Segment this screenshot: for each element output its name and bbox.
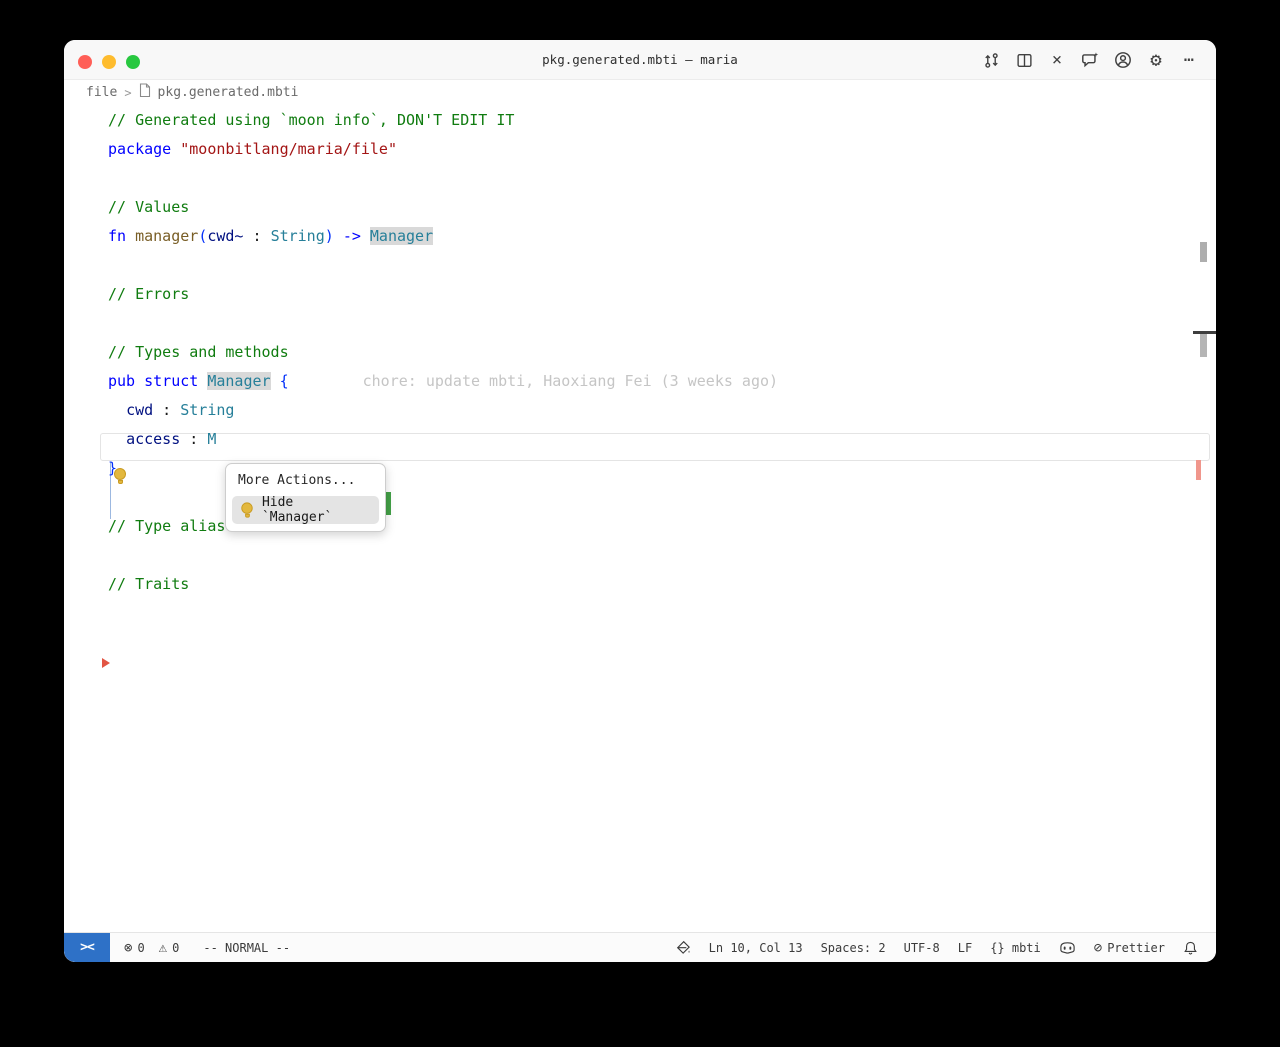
code-line[interactable] — [108, 483, 778, 512]
code-line[interactable] — [108, 541, 778, 570]
lightbulb-icon — [240, 501, 253, 518]
code-line[interactable]: // Type aliases — [108, 512, 778, 541]
menu-item-label: Hide `Manager` — [261, 495, 333, 525]
file-icon — [139, 83, 151, 102]
indentation[interactable]: Spaces: 2 — [821, 941, 886, 955]
vim-mode-indicator[interactable]: -- NORMAL -- — [203, 941, 290, 955]
code-line[interactable] — [108, 251, 778, 280]
split-editor-icon[interactable] — [1015, 51, 1033, 69]
copilot-icon[interactable] — [1059, 940, 1076, 955]
settings-gear-icon[interactable]: ⚙ — [1147, 49, 1165, 71]
account-icon[interactable] — [1114, 51, 1132, 69]
error-icon: ⊗ — [124, 939, 133, 956]
cursor-position[interactable]: Ln 10, Col 13 — [709, 941, 803, 955]
breadcrumb-folder[interactable]: file — [86, 85, 117, 100]
code-line[interactable]: // Generated using `moon info`, DON'T ED… — [108, 106, 778, 135]
vscode-window: pkg.generated.mbti — maria × ⚙ ⋯ file > … — [64, 40, 1216, 962]
code-lines: // Generated using `moon info`, DON'T ED… — [108, 106, 778, 599]
quick-actions-menu: More Actions... Hide `Manager` — [225, 463, 386, 532]
paint-bucket-icon[interactable] — [676, 940, 691, 955]
git-blame-annotation: chore: update mbti, Haoxiang Fei (3 week… — [362, 372, 779, 390]
problems-warnings[interactable]: ⚠ 0 — [159, 940, 180, 956]
hide-manager-menu-item[interactable]: Hide `Manager` — [232, 495, 379, 525]
code-line[interactable] — [108, 164, 778, 193]
chat-sparkle-icon[interactable] — [1081, 51, 1099, 69]
overview-ruler-mark — [1200, 334, 1207, 357]
code-line[interactable]: fn manager(cwd~ : String) -> Manager — [108, 222, 778, 251]
remote-indicator-button[interactable]: >< — [64, 933, 110, 962]
code-line[interactable]: // Values — [108, 193, 778, 222]
code-line[interactable]: // Types and methods — [108, 338, 778, 367]
problems-errors[interactable]: ⊗ 0 — [124, 940, 145, 956]
encoding[interactable]: UTF-8 — [904, 941, 940, 955]
close-icon[interactable]: × — [1048, 50, 1066, 70]
more-actions-icon[interactable]: ⋯ — [1180, 50, 1198, 70]
notifications-bell-icon[interactable] — [1183, 940, 1198, 956]
language-mode[interactable]: {} mbti — [990, 941, 1041, 955]
code-line[interactable] — [108, 309, 778, 338]
status-bar: >< ⊗ 0 ⚠ 0 -- NORMAL -- Ln 10, Col 13 Sp… — [64, 932, 1216, 962]
editor[interactable]: // Generated using `moon info`, DON'T ED… — [64, 105, 1216, 932]
chevron-right-icon: > — [124, 85, 132, 100]
gutter-marker-arrow-icon — [102, 658, 110, 668]
breadcrumb-file[interactable]: pkg.generated.mbti — [158, 85, 299, 100]
formatter-status[interactable]: ⊘ Prettier — [1094, 940, 1165, 956]
breadcrumb: file > pkg.generated.mbti — [64, 80, 1216, 105]
code-line[interactable]: cwd : String — [108, 396, 778, 425]
code-line[interactable]: pub struct Manager {chore: update mbti, … — [108, 367, 778, 396]
more-actions-menu-item[interactable]: More Actions... — [232, 473, 379, 496]
code-line[interactable]: } — [108, 454, 778, 483]
code-line[interactable]: package "moonbitlang/maria/file" — [108, 135, 778, 164]
overview-ruler-mark — [1200, 242, 1207, 262]
code-line[interactable]: access : M — [108, 425, 778, 454]
prettier-disabled-icon: ⊘ — [1093, 939, 1103, 956]
overview-ruler-error-mark — [1196, 460, 1201, 480]
title-bar: pkg.generated.mbti — maria × ⚙ ⋯ — [64, 40, 1216, 80]
eol-sequence[interactable]: LF — [958, 941, 972, 955]
lightbulb-icon[interactable] — [113, 468, 127, 489]
warning-icon: ⚠ — [158, 939, 168, 956]
code-line[interactable]: // Errors — [108, 280, 778, 309]
git-compare-icon[interactable] — [982, 51, 1000, 69]
code-line[interactable]: // Traits — [108, 570, 778, 599]
